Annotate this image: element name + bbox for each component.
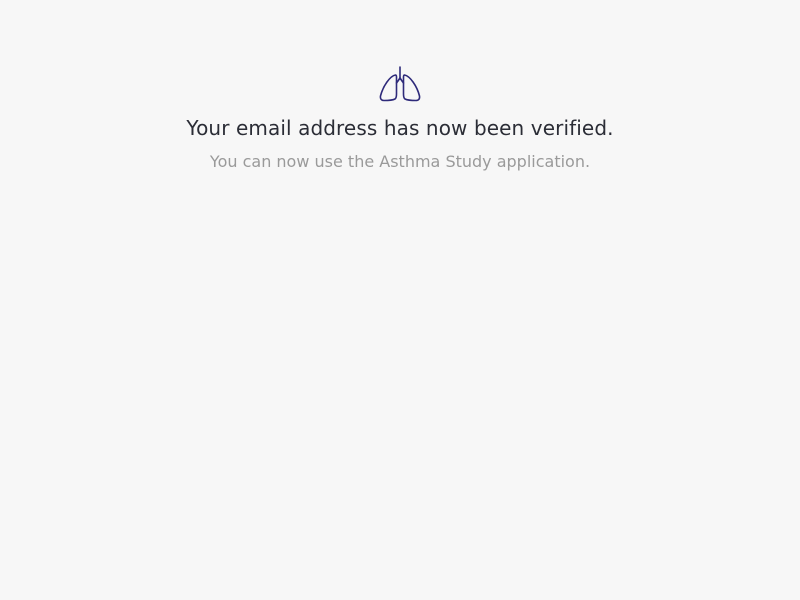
- verified-subtitle: You can now use the Asthma Study applica…: [209, 152, 591, 171]
- lungs-icon: [378, 66, 422, 102]
- verification-page: Your email address has now been verified…: [0, 0, 800, 600]
- verified-title: Your email address has now been verified…: [186, 116, 614, 140]
